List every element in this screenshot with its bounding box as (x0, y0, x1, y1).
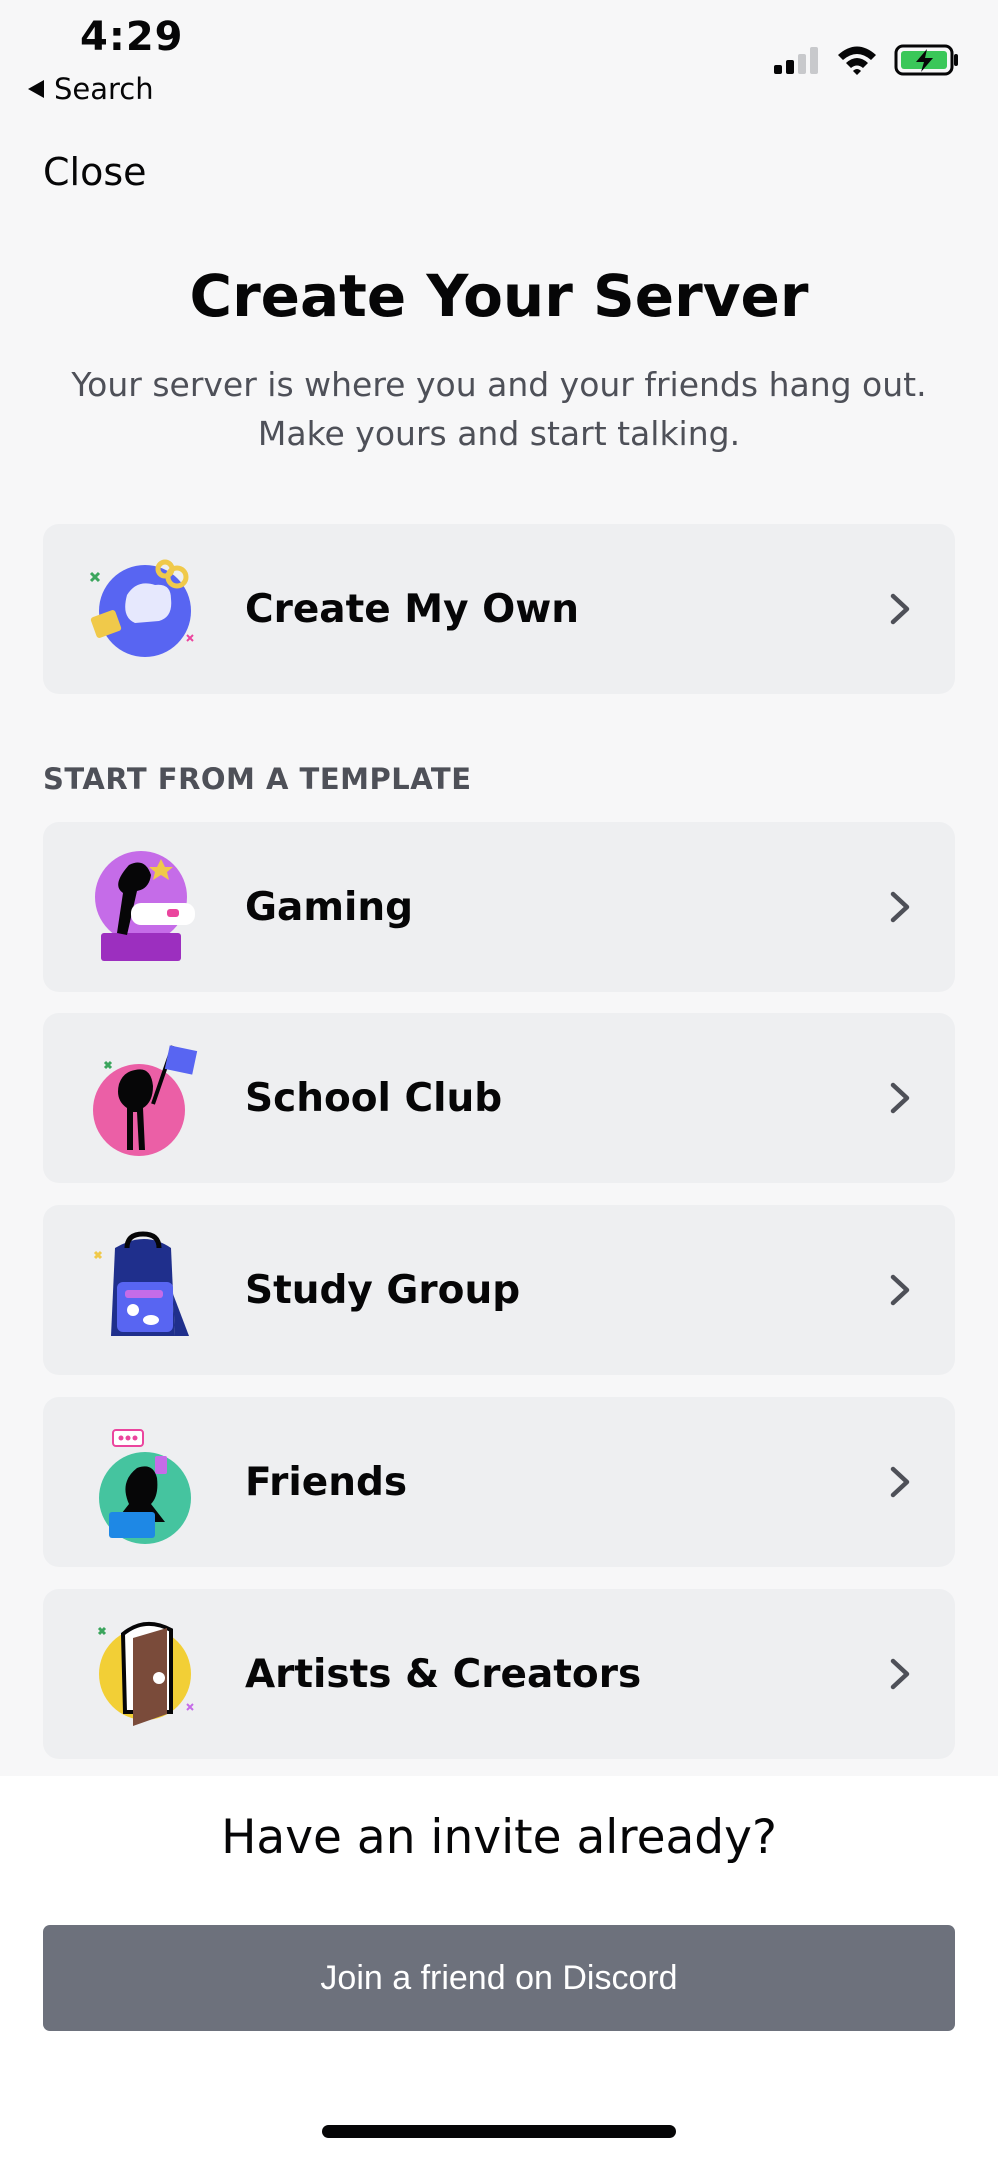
back-label: Search (54, 72, 154, 106)
template-label: Artists & Creators (245, 1651, 642, 1697)
create-server-illustration-icon (89, 559, 194, 657)
school-club-illustration-icon (93, 1045, 198, 1156)
clock: 4:29 (80, 14, 184, 60)
template-study-group-button[interactable]: Study Group (43, 1205, 955, 1375)
gaming-illustration-icon (95, 851, 195, 961)
status-icons (772, 44, 960, 76)
close-button[interactable]: Close (43, 150, 147, 194)
section-heading: START FROM A TEMPLATE (43, 762, 472, 796)
chevron-right-icon (890, 1658, 910, 1690)
artists-creators-illustration-icon (97, 1622, 194, 1726)
page-title: Create Your Server (189, 262, 809, 330)
create-my-own-label: Create My Own (245, 586, 580, 632)
create-my-own-button[interactable]: Create My Own (43, 524, 955, 694)
page-subtitle: Your server is where you and your friend… (70, 360, 928, 458)
template-artists-creators-button[interactable]: Artists & Creators (43, 1589, 955, 1759)
study-group-illustration-icon (93, 1231, 189, 1336)
battery-charging-icon (894, 44, 958, 76)
invite-heading: Have an invite already? (221, 1810, 777, 1865)
chevron-right-icon (890, 1466, 910, 1498)
template-label: Study Group (245, 1267, 521, 1313)
chevron-right-icon (890, 891, 910, 923)
chevron-right-icon (890, 593, 910, 625)
join-friend-button[interactable]: Join a friend on Discord (43, 1925, 955, 2031)
cellular-signal-icon (774, 47, 818, 74)
status-bar: 4:29 Search (0, 0, 998, 115)
subtitle-line: Make yours and start talking. (257, 414, 741, 453)
friends-illustration-icon (99, 1429, 191, 1544)
template-label: School Club (245, 1075, 503, 1121)
template-label: Gaming (245, 884, 414, 930)
chevron-right-icon (890, 1082, 910, 1114)
template-label: Friends (245, 1459, 408, 1505)
template-gaming-button[interactable]: Gaming (43, 822, 955, 992)
chevron-right-icon (890, 1274, 910, 1306)
back-arrow-icon (28, 80, 44, 98)
template-friends-button[interactable]: Friends (43, 1397, 955, 1567)
template-school-club-button[interactable]: School Club (43, 1013, 955, 1183)
subtitle-line: Your server is where you and your friend… (71, 365, 927, 404)
home-indicator[interactable] (322, 2125, 676, 2138)
wifi-icon (838, 46, 876, 75)
back-to-search-button[interactable]: Search (28, 72, 154, 106)
